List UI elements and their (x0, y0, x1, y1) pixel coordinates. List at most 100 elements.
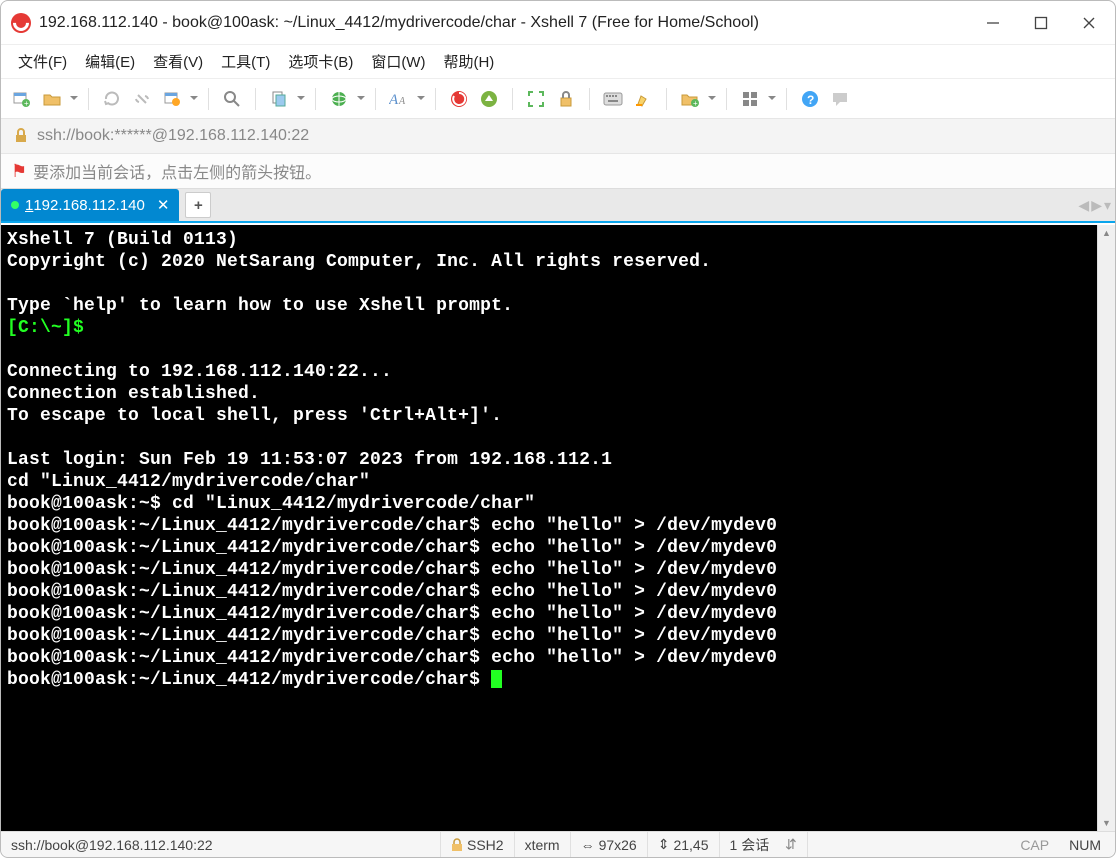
window-title: 192.168.112.140 - book@100ask: ~/Linux_4… (39, 14, 969, 32)
status-cursor-pos: ⇕21,45 (648, 832, 720, 857)
term-cmd: echo "hello" > /dev/mydev0 (491, 538, 777, 558)
maximize-button[interactable] (1017, 1, 1065, 45)
term-line: cd "Linux_4412/mydrivercode/char" (7, 472, 370, 492)
menu-view[interactable]: 查看(V) (144, 47, 212, 76)
tab-nav: ◀ ▶ ▾ (1078, 197, 1111, 214)
svg-text:+: + (693, 99, 698, 108)
term-line: Type `help' to learn how to use Xshell p… (7, 296, 513, 316)
term-prompt: book@100ask:~/Linux_4412/mydrivercode/ch… (7, 516, 491, 536)
xftp-icon[interactable] (479, 89, 499, 109)
properties-dropdown[interactable] (189, 93, 198, 104)
scroll-up-icon[interactable]: ▲ (1098, 225, 1115, 241)
term-cmd: echo "hello" > /dev/mydev0 (491, 626, 777, 646)
terminal-area: Xshell 7 (Build 0113) Copyright (c) 2020… (1, 225, 1115, 831)
term-cmd: echo "hello" > /dev/mydev0 (491, 516, 777, 536)
xshell-icon[interactable] (449, 89, 469, 109)
term-line: Copyright (c) 2020 NetSarang Computer, I… (7, 252, 711, 272)
address-bar[interactable]: ssh://book:******@192.168.112.140:22 (1, 119, 1115, 154)
tab-list-icon[interactable]: ▾ (1104, 197, 1111, 214)
menu-edit[interactable]: 编辑(E) (76, 47, 144, 76)
tab-prev-icon[interactable]: ◀ (1078, 197, 1089, 214)
globe-icon[interactable] (329, 89, 349, 109)
status-address: ssh://book@192.168.112.140:22 (1, 832, 441, 857)
tile-dropdown[interactable] (767, 93, 776, 104)
tab-index: 1 (25, 197, 33, 214)
scroll-down-icon[interactable]: ▼ (1098, 815, 1115, 831)
chat-icon[interactable] (830, 89, 850, 109)
hint-bar: ⚑ 要添加当前会话，点击左侧的箭头按钮。 (1, 154, 1115, 189)
new-tab-button[interactable]: + (185, 192, 211, 218)
terminal[interactable]: Xshell 7 (Build 0113) Copyright (c) 2020… (1, 225, 1097, 831)
status-termtype: xterm (515, 832, 571, 857)
properties-icon[interactable] (162, 89, 182, 109)
term-cmd: echo "hello" > /dev/mydev0 (491, 648, 777, 668)
svg-text:A: A (389, 92, 399, 108)
menu-window[interactable]: 窗口(W) (362, 47, 434, 76)
search-icon[interactable] (222, 89, 242, 109)
minimize-button[interactable] (969, 1, 1017, 45)
tab-next-icon[interactable]: ▶ (1091, 197, 1102, 214)
toolbar: + AA + ? (1, 79, 1115, 119)
close-button[interactable] (1065, 1, 1113, 45)
tile-icon[interactable] (740, 89, 760, 109)
term-cmd: cd "Linux_4412/mydrivercode/char" (172, 494, 535, 514)
term-prompt: book@100ask:~/Linux_4412/mydrivercode/ch… (7, 670, 491, 690)
tab-close-icon[interactable]: ✕ (157, 196, 170, 214)
term-line: To escape to local shell, press 'Ctrl+Al… (7, 406, 502, 426)
keyboard-icon[interactable] (603, 89, 623, 109)
status-bar: ssh://book@192.168.112.140:22 SSH2 xterm… (1, 831, 1115, 857)
term-prompt: book@100ask:~/Linux_4412/mydrivercode/ch… (7, 648, 491, 668)
status-capslock: CAP (1010, 832, 1059, 857)
term-prompt: book@100ask:~/Linux_4412/mydrivercode/ch… (7, 560, 491, 580)
menu-bar: 文件(F) 编辑(E) 查看(V) 工具(T) 选项卡(B) 窗口(W) 帮助(… (1, 45, 1115, 79)
menu-tools[interactable]: 工具(T) (212, 47, 279, 76)
cursor (491, 670, 502, 688)
menu-file[interactable]: 文件(F) (9, 47, 76, 76)
term-line: Connecting to 192.168.112.140:22... (7, 362, 392, 382)
new-folder-icon[interactable]: + (680, 89, 700, 109)
highlight-icon[interactable] (633, 89, 653, 109)
lock-indicator-icon (13, 128, 29, 144)
term-line: Xshell 7 (Build 0113) (7, 230, 238, 250)
lock-small-icon (451, 838, 463, 852)
new-folder-dropdown[interactable] (707, 93, 716, 104)
tab-bar: 1 192.168.112.140 ✕ + ◀ ▶ ▾ (1, 189, 1115, 223)
new-session-icon[interactable]: + (12, 89, 32, 109)
open-session-icon[interactable] (42, 89, 62, 109)
term-local-prompt: [C:\~]$ (7, 318, 84, 338)
term-prompt: book@100ask:~/Linux_4412/mydrivercode/ch… (7, 582, 491, 602)
open-session-dropdown[interactable] (69, 93, 78, 104)
globe-dropdown[interactable] (356, 93, 365, 104)
status-protocol: SSH2 (441, 832, 515, 857)
status-size: ⇔97x26 (571, 832, 648, 857)
term-prompt: book@100ask:~$ (7, 494, 172, 514)
reconnect-icon[interactable] (102, 89, 122, 109)
menu-help[interactable]: 帮助(H) (434, 47, 503, 76)
status-numlock: NUM (1059, 832, 1115, 857)
help-icon[interactable]: ? (800, 89, 820, 109)
term-prompt: book@100ask:~/Linux_4412/mydrivercode/ch… (7, 538, 491, 558)
menu-tabs[interactable]: 选项卡(B) (279, 47, 362, 76)
disconnect-icon[interactable] (132, 89, 152, 109)
status-sessions: 1 会话 ⇵ (720, 832, 808, 857)
term-line: Connection established. (7, 384, 260, 404)
font-icon[interactable]: AA (389, 89, 409, 109)
flag-icon: ⚑ (11, 161, 27, 182)
term-prompt: book@100ask:~/Linux_4412/mydrivercode/ch… (7, 626, 491, 646)
copy-dropdown[interactable] (296, 93, 305, 104)
address-text: ssh://book:******@192.168.112.140:22 (37, 127, 309, 145)
term-cmd: echo "hello" > /dev/mydev0 (491, 560, 777, 580)
svg-text:A: A (398, 96, 406, 107)
hint-text: 要添加当前会话，点击左侧的箭头按钮。 (33, 159, 321, 183)
term-cmd: echo "hello" > /dev/mydev0 (491, 582, 777, 602)
scrollbar[interactable]: ▲ ▼ (1097, 225, 1115, 831)
term-line: Last login: Sun Feb 19 11:53:07 2023 fro… (7, 450, 612, 470)
font-dropdown[interactable] (416, 93, 425, 104)
svg-text:?: ? (807, 93, 814, 107)
term-prompt: book@100ask:~/Linux_4412/mydrivercode/ch… (7, 604, 491, 624)
fullscreen-icon[interactable] (526, 89, 546, 109)
tab-label: 192.168.112.140 (33, 197, 145, 214)
session-tab[interactable]: 1 192.168.112.140 ✕ (1, 189, 179, 221)
lock-icon[interactable] (556, 89, 576, 109)
copy-icon[interactable] (269, 89, 289, 109)
